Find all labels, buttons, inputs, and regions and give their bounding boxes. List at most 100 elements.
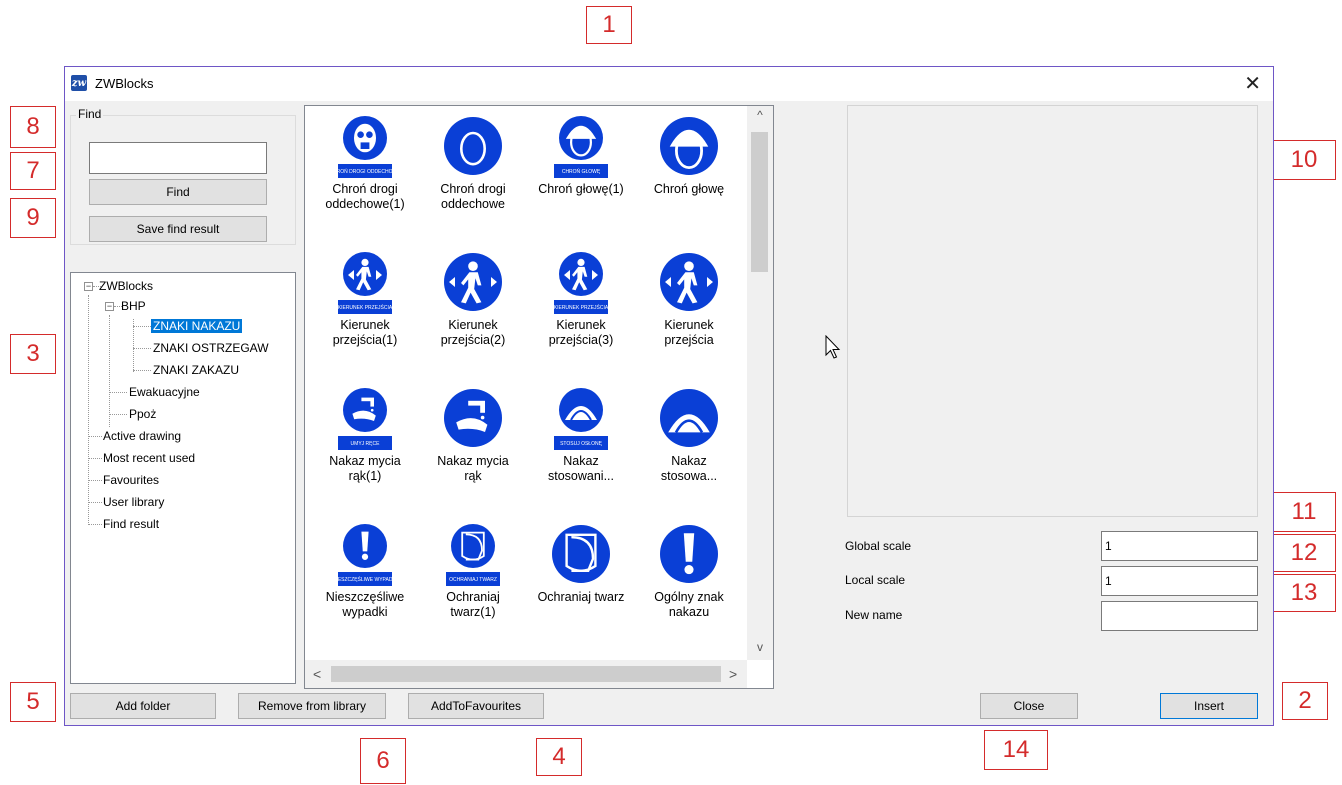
block-item[interactable]: KIERUNEK PRZEJŚCIA Kierunek przejścia(3): [527, 250, 635, 350]
mouse-cursor-icon: [825, 335, 841, 359]
vertical-scrollbar[interactable]: ^ v: [747, 106, 773, 660]
save-find-result-button[interactable]: Save find result: [89, 216, 267, 242]
block-item-label: Chroń głowę: [653, 182, 725, 196]
svg-text:STOSUJ OSŁONĘ: STOSUJ OSŁONĘ: [560, 441, 603, 447]
block-item[interactable]: OCHRANIAJ TWARZ Ochraniaj twarz(1): [419, 522, 527, 622]
block-item[interactable]: Ochraniaj twarz: [527, 522, 635, 622]
walk-direction-circle2-icon: [660, 253, 718, 311]
block-item-label: Ochraniaj twarz(1): [446, 590, 500, 619]
new-name-input[interactable]: [1101, 601, 1258, 631]
svg-text:CHROŃ DROGI ODDECHOWE: CHROŃ DROGI ODDECHOWE: [333, 168, 397, 175]
callout-12: 12: [1272, 534, 1336, 572]
scroll-left-icon[interactable]: <: [313, 666, 321, 682]
block-item[interactable]: STOSUJ OSŁONĘ Nakaz stosowani...: [527, 386, 635, 486]
library-tree[interactable]: − ZWBlocks − BHP ZNAKI NAKAZU ZNAKI OSTR…: [70, 272, 296, 684]
insert-button[interactable]: Insert: [1160, 693, 1258, 719]
global-scale-input[interactable]: [1101, 531, 1258, 561]
wash-hands-sign-icon: UMYJ RĘCE: [338, 388, 392, 450]
tree-item-znaki-ostrzegaw[interactable]: ZNAKI OSTRZEGAW: [153, 339, 269, 357]
callout-11: 11: [1272, 492, 1336, 532]
block-grid-panel: CHROŃ DROGI ODDECHOWE Chroń drogi oddecho…: [304, 105, 774, 689]
block-item-label: Nieszczęśliwe wypadki: [325, 590, 405, 619]
tree-item-user-library[interactable]: User library: [103, 493, 164, 511]
find-button[interactable]: Find: [89, 179, 267, 205]
find-group-label: Find: [76, 107, 104, 121]
block-item-label: Ogólny znak nakazu: [654, 590, 724, 619]
block-item[interactable]: KIERUNEK PRZEJŚCIA Kierunek przejścia(1): [311, 250, 419, 350]
svg-text:OCHRANIAJ TWARZ: OCHRANIAJ TWARZ: [449, 577, 497, 583]
zwblocks-dialog: zw ZWBlocks ✕ Find Find Save find result…: [64, 66, 1274, 726]
close-icon[interactable]: ✕: [1244, 71, 1261, 96]
block-item-label: Kierunek przejścia(3): [548, 318, 614, 347]
expand-zwblocks-icon[interactable]: −: [84, 282, 93, 291]
remove-from-library-button[interactable]: Remove from library: [238, 693, 386, 719]
tree-item-bhp[interactable]: BHP: [121, 297, 146, 315]
svg-text:CHROŃ GŁOWĘ: CHROŃ GŁOWĘ: [562, 168, 601, 175]
horizontal-scroll-thumb[interactable]: [331, 666, 721, 682]
window-title: ZWBlocks: [95, 76, 154, 91]
callout-4: 4: [536, 738, 582, 776]
scroll-down-icon[interactable]: v: [747, 640, 773, 654]
block-item[interactable]: CHROŃ GŁOWĘ Chroń głowę(1): [527, 114, 635, 214]
block-item-label: Ochraniaj twarz: [537, 590, 625, 604]
horizontal-scrollbar[interactable]: < >: [305, 660, 747, 688]
tree-item-znaki-zakazu[interactable]: ZNAKI ZAKAZU: [153, 361, 239, 379]
tree-item-find-result[interactable]: Find result: [103, 515, 159, 533]
guard-sign-icon: STOSUJ OSŁONĘ: [554, 388, 608, 450]
tree-item-znaki-nakazu[interactable]: ZNAKI NAKAZU: [151, 317, 243, 335]
tree-item-active-drawing[interactable]: Active drawing: [103, 427, 181, 445]
expand-bhp-icon[interactable]: −: [105, 302, 114, 311]
tree-item-ewakuacyjne[interactable]: Ewakuacyjne: [129, 383, 200, 401]
add-folder-button[interactable]: Add folder: [70, 693, 216, 719]
callout-1: 1: [586, 6, 632, 44]
face-shield-sign-icon: OCHRANIAJ TWARZ: [446, 524, 500, 586]
guard-circle-icon: [660, 389, 718, 447]
block-item-label: Chroń drogi oddechowe(1): [325, 182, 405, 211]
callout-10: 10: [1272, 140, 1336, 180]
tree-item-favourites[interactable]: Favourites: [103, 471, 159, 489]
block-item-label: Kierunek przejścia(1): [332, 318, 398, 347]
block-item[interactable]: Ogólny znak nakazu: [635, 522, 743, 622]
walk-direction-circle-icon: [444, 253, 502, 311]
block-item[interactable]: Kierunek przejścia: [635, 250, 743, 350]
block-item[interactable]: Nakaz stosowa...: [635, 386, 743, 486]
block-item-label: Kierunek przejścia: [664, 318, 714, 347]
scroll-right-icon[interactable]: >: [729, 666, 737, 682]
exclamation-sign-icon: NIESZCZĘŚLIWE WYPADKI: [333, 524, 397, 586]
svg-text:NIESZCZĘŚLIWE WYPADKI: NIESZCZĘŚLIWE WYPADKI: [333, 575, 397, 583]
global-scale-label: Global scale: [845, 539, 912, 553]
local-scale-input[interactable]: [1101, 566, 1258, 596]
block-item-label: Nakaz mycia rąk(1): [329, 454, 401, 483]
tree-item-zwblocks[interactable]: ZWBlocks: [99, 277, 153, 295]
scroll-up-icon[interactable]: ^: [747, 108, 773, 122]
block-item[interactable]: UMYJ RĘCE Nakaz mycia rąk(1): [311, 386, 419, 486]
walk-direction-sign-icon: KIERUNEK PRZEJŚCIA: [338, 252, 393, 314]
callout-7: 7: [10, 152, 56, 190]
block-item[interactable]: CHROŃ DROGI ODDECHOWE Chroń drogi oddecho…: [311, 114, 419, 214]
block-item[interactable]: Chroń drogi oddechowe: [419, 114, 527, 214]
respirator-sign-icon: CHROŃ DROGI ODDECHOWE: [333, 116, 397, 178]
block-item[interactable]: Kierunek przejścia(2): [419, 250, 527, 350]
callout-13: 13: [1272, 574, 1336, 612]
callout-14: 14: [984, 730, 1048, 770]
callout-9: 9: [10, 198, 56, 238]
block-item[interactable]: Nakaz mycia rąk: [419, 386, 527, 486]
block-item-label: Chroń głowę(1): [538, 182, 624, 196]
block-item-label: Nakaz mycia rąk: [437, 454, 509, 483]
find-input[interactable]: [89, 142, 267, 174]
callout-2: 2: [1282, 682, 1328, 720]
tree-item-ppoz[interactable]: Ppoż: [129, 405, 156, 423]
block-item-label: Chroń drogi oddechowe: [440, 182, 506, 211]
helmet-circle-icon: [660, 117, 718, 175]
add-to-favourites-button[interactable]: AddToFavourites: [408, 693, 544, 719]
close-button[interactable]: Close: [980, 693, 1078, 719]
respirator-circle-icon: [444, 117, 502, 175]
block-item[interactable]: Chroń głowę: [635, 114, 743, 214]
block-preview-area: [847, 105, 1258, 517]
block-item-label: Nakaz stosowani...: [547, 454, 614, 483]
svg-text:UMYJ RĘCE: UMYJ RĘCE: [351, 441, 381, 447]
vertical-scroll-thumb[interactable]: [751, 132, 768, 272]
block-item[interactable]: NIESZCZĘŚLIWE WYPADKI Nieszczęśliwe wypad…: [311, 522, 419, 622]
tree-item-most-recent-used[interactable]: Most recent used: [103, 449, 195, 467]
face-shield-circle-icon: [552, 525, 610, 583]
